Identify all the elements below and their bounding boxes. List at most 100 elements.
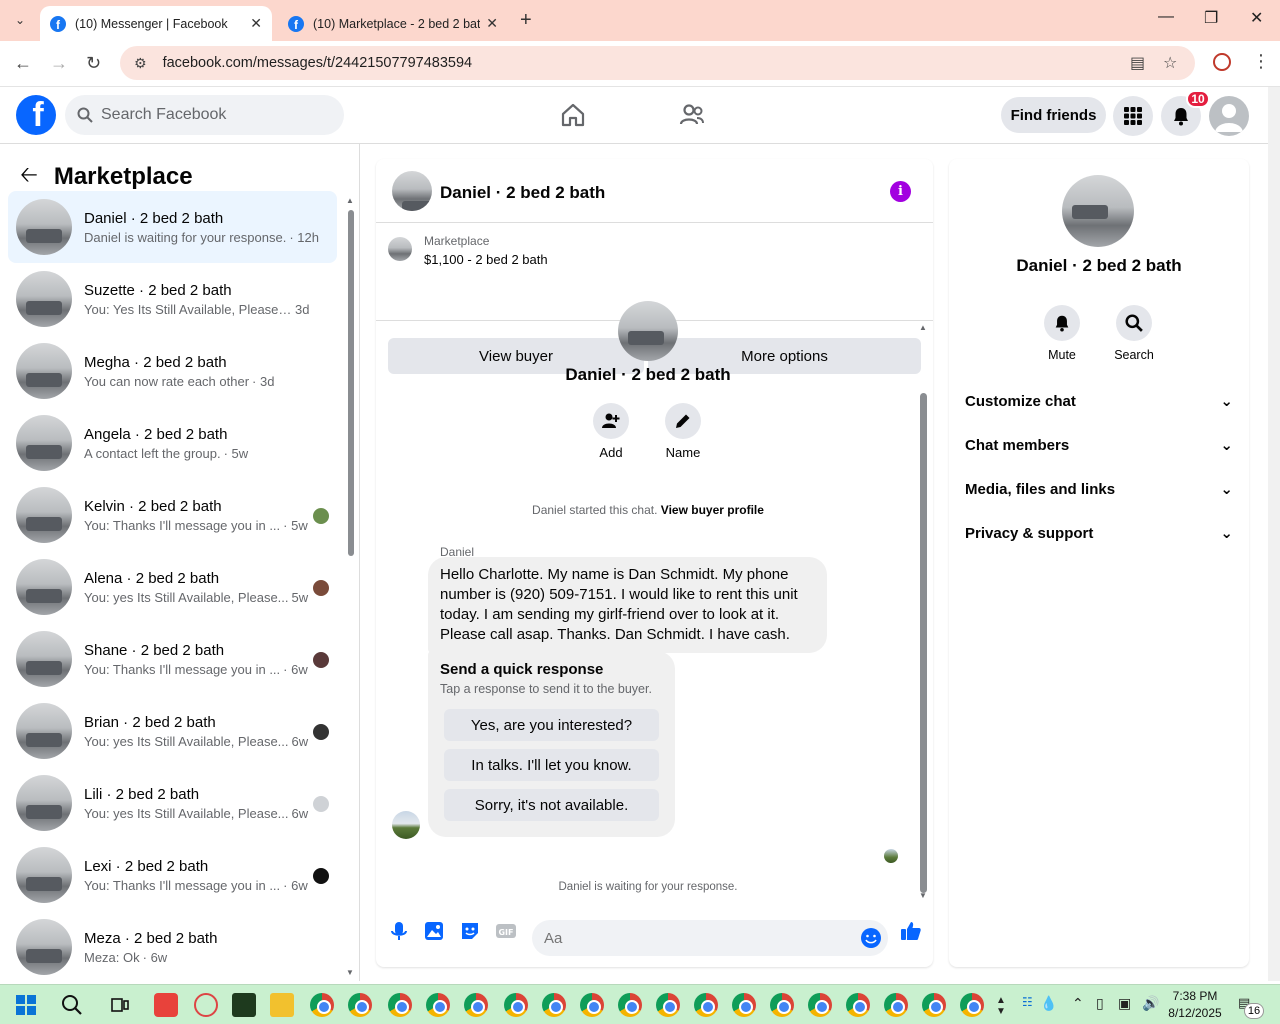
conversation-item[interactable]: Angela · 2 bed 2 bath A contact left the … [8,407,337,479]
back-icon[interactable]: ← [14,53,32,74]
add-action[interactable]: Add [581,403,641,460]
account-avatar[interactable] [1209,96,1249,136]
conversation-item[interactable]: Alena · 2 bed 2 bath You: yes Its Still A… [8,551,337,623]
search-input[interactable] [101,106,321,124]
name-action[interactable]: Name [653,403,713,460]
view-buyer-profile-link[interactable]: View buyer profile [661,503,764,517]
new-tab-icon[interactable]: + [520,9,532,32]
weather-drop-icon[interactable]: 💧 [1040,995,1057,1012]
message-input[interactable] [544,929,844,947]
chrome-app-icon[interactable] [960,993,984,1017]
app-icon[interactable] [154,993,178,1017]
chrome-app-icon[interactable] [504,993,528,1017]
search-icon[interactable] [1116,305,1152,341]
battery-icon[interactable]: ▯ [1096,995,1104,1012]
site-info-icon[interactable]: ⚙ [134,55,147,72]
find-friends-button[interactable]: Find friends [1001,97,1106,133]
sender-avatar[interactable] [392,811,420,839]
conversation-item[interactable]: Shane · 2 bed 2 bath You: Thanks I'll mes… [8,623,337,695]
message-input-box[interactable] [532,920,888,956]
conversation-item[interactable]: Megha · 2 bed 2 bath You can now rate eac… [8,335,337,407]
search-box[interactable] [65,95,344,135]
listing-thumbnail[interactable] [388,237,412,261]
conversation-item[interactable]: Daniel · 2 bed 2 bath Daniel is waiting f… [8,191,337,263]
emoji-icon[interactable] [860,927,882,949]
page-scrollbar[interactable] [1268,87,1280,981]
restore-icon[interactable]: ❐ [1204,8,1218,28]
tray-overflow-icon[interactable]: ⌃ [1072,995,1084,1012]
conversation-item[interactable]: Lexi · 2 bed 2 bath You: Thanks I'll mess… [8,839,337,911]
sticker-icon[interactable] [458,919,482,943]
minimize-icon[interactable]: — [1158,8,1174,26]
chrome-app-icon[interactable] [884,993,908,1017]
details-avatar[interactable] [1062,175,1134,247]
chrome-app-icon[interactable] [922,993,946,1017]
buyer-profile-avatar[interactable] [618,301,678,361]
install-app-icon[interactable]: ▤ [1130,53,1145,73]
chrome-app-icon[interactable] [580,993,604,1017]
media-files-links-section[interactable]: Media, files and links ⌄ [965,471,1233,507]
app-icon[interactable]: ☷ [1022,995,1033,1009]
chrome-app-icon[interactable] [348,993,372,1017]
chrome-app-icon[interactable] [732,993,756,1017]
add-person-icon[interactable] [593,403,629,439]
quick-reply-not-available-button[interactable]: Sorry, it's not available. [444,789,659,821]
scroll-up-icon[interactable]: ▲ [346,196,354,205]
facebook-logo-icon[interactable]: f [16,95,56,135]
browser-menu-icon[interactable]: ⋮ [1252,51,1270,72]
thread-scrollbar[interactable]: ▲ ▼ [917,321,929,903]
scroll-down-icon[interactable]: ▼ [919,891,927,900]
bookmark-star-icon[interactable]: ☆ [1163,53,1177,73]
search-action[interactable]: Search [1104,305,1164,362]
chrome-app-icon[interactable] [656,993,680,1017]
friends-icon[interactable] [678,101,706,129]
windows-start-icon[interactable] [14,993,38,1017]
conversation-scrollbar[interactable]: ▲ ▼ [346,194,356,981]
chrome-app-icon[interactable] [694,993,718,1017]
photo-icon[interactable] [422,919,446,943]
conversation-item[interactable]: Brian · 2 bed 2 bath You: yes Its Still A… [8,695,337,767]
pencil-icon[interactable] [665,403,701,439]
quick-reply-in-talks-button[interactable]: In talks. I'll let you know. [444,749,659,781]
app-icon[interactable] [232,993,256,1017]
file-explorer-icon[interactable] [270,993,294,1017]
chat-avatar[interactable] [392,171,432,211]
taskbar-scroll-icon[interactable]: ▲ ▼ [996,995,1006,1017]
customize-chat-section[interactable]: Customize chat ⌄ [965,383,1233,419]
conversation-item[interactable]: Suzette · 2 bed 2 bath You: Yes Its Still… [8,263,337,335]
chrome-app-icon[interactable] [808,993,832,1017]
tab-search-icon[interactable]: ⌄ [8,9,32,31]
thumbs-up-icon[interactable] [899,919,923,943]
info-icon[interactable]: i [890,181,911,202]
close-window-icon[interactable]: ✕ [1250,8,1263,28]
chrome-app-icon[interactable] [426,993,450,1017]
chrome-app-icon[interactable] [542,993,566,1017]
chrome-app-icon[interactable] [846,993,870,1017]
gif-icon[interactable]: GIF [494,919,518,943]
conversation-item[interactable]: Meza · 2 bed 2 bath Meza: Ok · 6w [8,911,337,981]
chat-title[interactable]: Daniel · 2 bed 2 bath [440,183,605,203]
privacy-support-section[interactable]: Privacy & support ⌄ [965,515,1233,551]
mute-action[interactable]: Mute [1032,305,1092,362]
listing-price[interactable]: $1,100 - 2 bed 2 bath [424,252,548,267]
chrome-app-icon[interactable] [310,993,334,1017]
taskbar-search-icon[interactable] [60,993,84,1017]
browser-profile-icon[interactable] [1213,53,1231,71]
reload-icon[interactable]: ↻ [86,53,101,74]
chat-members-section[interactable]: Chat members ⌄ [965,427,1233,463]
quick-reply-yes-button[interactable]: Yes, are you interested? [444,709,659,741]
scroll-up-icon[interactable]: ▲ [919,323,927,332]
scroll-down-icon[interactable]: ▼ [346,968,354,977]
forward-icon[interactable]: → [50,53,68,74]
conversation-item[interactable]: Lili · 2 bed 2 bath You: yes Its Still Av… [8,767,337,839]
conversation-item[interactable]: Kelvin · 2 bed 2 bath You: Thanks I'll me… [8,479,337,551]
close-tab-icon[interactable]: ✕ [250,15,262,32]
chrome-app-icon[interactable] [770,993,794,1017]
bell-icon[interactable] [1044,305,1080,341]
chrome-app-icon[interactable] [388,993,412,1017]
system-clock[interactable]: 7:38 PM 8/12/2025 [1166,988,1224,1022]
home-icon[interactable] [559,101,587,129]
address-bar[interactable]: ⚙ facebook.com/messages/t/24421507797483… [120,46,1195,80]
scrollbar-thumb[interactable] [920,393,927,893]
tab-messenger[interactable]: f (10) Messenger | Facebook ✕ [40,6,272,41]
